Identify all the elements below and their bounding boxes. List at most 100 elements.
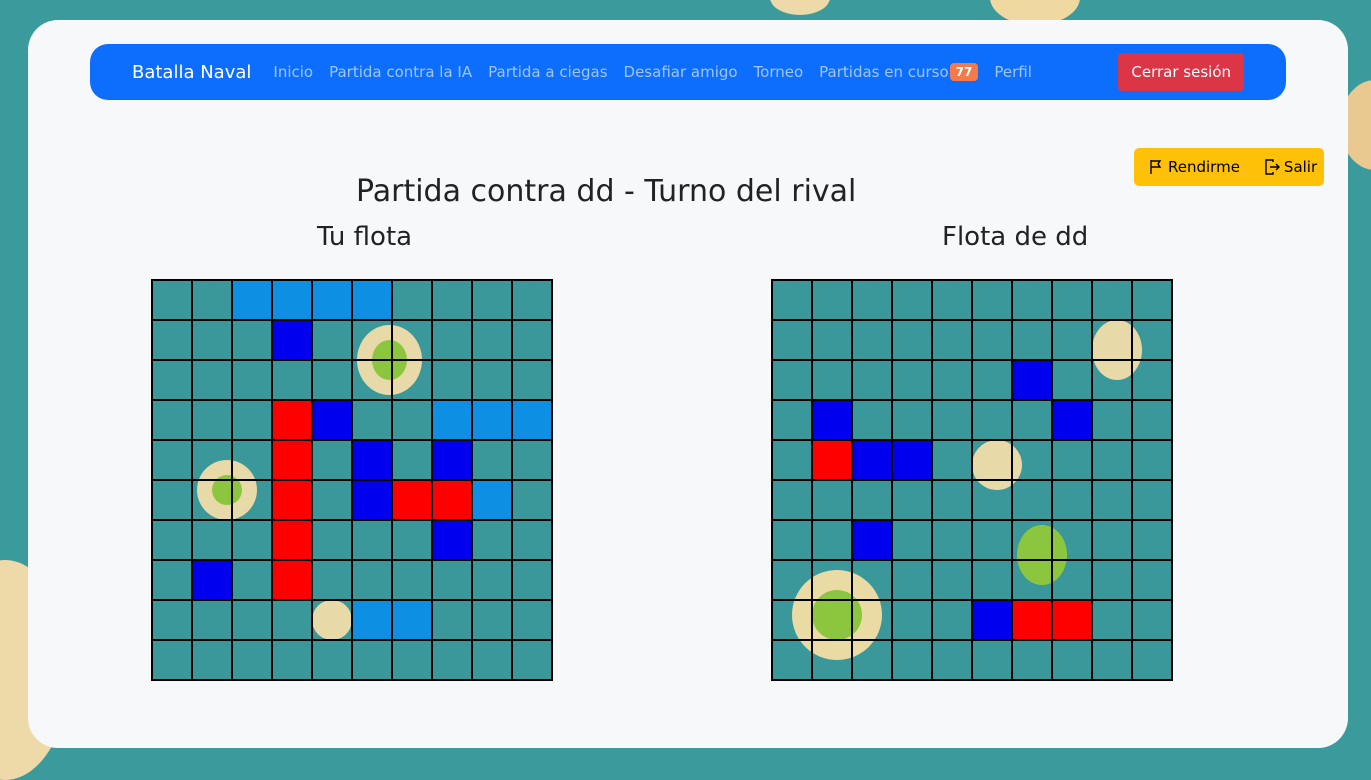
- enemy-board-cell-water[interactable]: [1132, 280, 1172, 320]
- enemy-board-cell-water[interactable]: [892, 360, 932, 400]
- enemy-board-cell-water[interactable]: [892, 480, 932, 520]
- nav-link-partida-ciegas[interactable]: Partida a ciegas: [488, 63, 607, 81]
- enemy-board-cell-water[interactable]: [772, 320, 812, 360]
- enemy-board-cell-water[interactable]: [932, 440, 972, 480]
- enemy-board-cell-water[interactable]: [932, 560, 972, 600]
- enemy-board-cell-water[interactable]: [1132, 320, 1172, 360]
- logout-button[interactable]: Cerrar sesión: [1118, 53, 1244, 91]
- enemy-board-cell-water[interactable]: [1052, 360, 1092, 400]
- enemy-board-cell-water[interactable]: [772, 640, 812, 680]
- enemy-board-cell-water[interactable]: [972, 400, 1012, 440]
- enemy-board-cell-water[interactable]: [932, 600, 972, 640]
- enemy-board-cell-water[interactable]: [972, 560, 1012, 600]
- exit-button[interactable]: Salir: [1264, 158, 1317, 176]
- enemy-board-cell-water[interactable]: [772, 280, 812, 320]
- enemy-board-cell-hit[interactable]: [1012, 600, 1052, 640]
- enemy-board-cell-water[interactable]: [1012, 520, 1052, 560]
- enemy-board-cell-water[interactable]: [1012, 320, 1052, 360]
- enemy-board-cell-miss[interactable]: [1052, 400, 1092, 440]
- enemy-board-cell-water[interactable]: [812, 560, 852, 600]
- enemy-board-cell-water[interactable]: [1132, 360, 1172, 400]
- enemy-board-cell-water[interactable]: [1132, 600, 1172, 640]
- enemy-board-cell-water[interactable]: [852, 600, 892, 640]
- enemy-board-cell-water[interactable]: [772, 520, 812, 560]
- enemy-board-cell-water[interactable]: [1012, 560, 1052, 600]
- enemy-board-cell-water[interactable]: [972, 520, 1012, 560]
- enemy-board-cell-water[interactable]: [892, 320, 932, 360]
- enemy-board-cell-water[interactable]: [1012, 400, 1052, 440]
- enemy-board-cell-water[interactable]: [1012, 640, 1052, 680]
- enemy-board-cell-water[interactable]: [972, 320, 1012, 360]
- enemy-board-cell-water[interactable]: [1052, 480, 1092, 520]
- enemy-board-cell-water[interactable]: [972, 640, 1012, 680]
- enemy-board-cell-miss[interactable]: [892, 440, 932, 480]
- enemy-board-cell-water[interactable]: [852, 320, 892, 360]
- enemy-board-cell-water[interactable]: [932, 360, 972, 400]
- nav-link-desafiar-amigo[interactable]: Desafiar amigo: [624, 63, 738, 81]
- enemy-board-cell-water[interactable]: [1052, 320, 1092, 360]
- nav-link-inicio[interactable]: Inicio: [273, 63, 313, 81]
- enemy-board-cell-water[interactable]: [1012, 280, 1052, 320]
- enemy-board-cell-water[interactable]: [772, 600, 812, 640]
- enemy-board-cell-water[interactable]: [1132, 480, 1172, 520]
- enemy-board-cell-water[interactable]: [852, 640, 892, 680]
- enemy-board-cell-water[interactable]: [812, 480, 852, 520]
- enemy-board-cell-water[interactable]: [852, 400, 892, 440]
- enemy-board-cell-water[interactable]: [772, 480, 812, 520]
- enemy-board-cell-water[interactable]: [1052, 440, 1092, 480]
- enemy-board-cell-hit[interactable]: [812, 440, 852, 480]
- enemy-board-cell-water[interactable]: [1092, 560, 1132, 600]
- enemy-board-cell-water[interactable]: [1052, 560, 1092, 600]
- enemy-board-cell-water[interactable]: [892, 560, 932, 600]
- enemy-board-cell-miss[interactable]: [812, 400, 852, 440]
- enemy-board-cell-water[interactable]: [932, 520, 972, 560]
- enemy-board-cell-water[interactable]: [852, 280, 892, 320]
- enemy-board-cell-water[interactable]: [1092, 480, 1132, 520]
- enemy-board-cell-water[interactable]: [852, 480, 892, 520]
- enemy-board-cell-water[interactable]: [852, 560, 892, 600]
- surrender-button[interactable]: Rendirme: [1148, 158, 1240, 176]
- enemy-board-cell-miss[interactable]: [852, 440, 892, 480]
- enemy-board-cell-water[interactable]: [1012, 440, 1052, 480]
- enemy-board-cell-water[interactable]: [972, 360, 1012, 400]
- enemy-board-cell-water[interactable]: [1132, 440, 1172, 480]
- enemy-board-cell-miss[interactable]: [852, 520, 892, 560]
- enemy-board-cell-water[interactable]: [1132, 400, 1172, 440]
- enemy-board-cell-water[interactable]: [1052, 640, 1092, 680]
- enemy-board-cell-water[interactable]: [1092, 400, 1132, 440]
- enemy-board-cell-water[interactable]: [772, 360, 812, 400]
- enemy-board-cell-water[interactable]: [1092, 640, 1132, 680]
- nav-link-torneo[interactable]: Torneo: [754, 63, 804, 81]
- nav-link-partidas-en-curso[interactable]: Partidas en curso 77: [819, 63, 979, 81]
- enemy-board-cell-water[interactable]: [1092, 360, 1132, 400]
- enemy-board-cell-water[interactable]: [932, 280, 972, 320]
- enemy-board-cell-water[interactable]: [892, 640, 932, 680]
- enemy-board-cell-water[interactable]: [892, 400, 932, 440]
- nav-link-perfil[interactable]: Perfil: [994, 63, 1032, 81]
- enemy-board-cell-water[interactable]: [892, 520, 932, 560]
- enemy-board-cell-water[interactable]: [932, 640, 972, 680]
- enemy-board-cell-miss[interactable]: [972, 600, 1012, 640]
- enemy-board-cell-water[interactable]: [1092, 520, 1132, 560]
- brand-logo[interactable]: Batalla Naval: [132, 62, 251, 83]
- enemy-board-cell-water[interactable]: [1132, 640, 1172, 680]
- nav-link-partida-ia[interactable]: Partida contra la IA: [329, 63, 472, 81]
- enemy-board-cell-water[interactable]: [972, 280, 1012, 320]
- enemy-board-cell-water[interactable]: [1052, 280, 1092, 320]
- enemy-board-cell-water[interactable]: [1132, 560, 1172, 600]
- enemy-board-cell-water[interactable]: [1092, 280, 1132, 320]
- enemy-board-cell-water[interactable]: [812, 520, 852, 560]
- enemy-board-cell-water[interactable]: [932, 400, 972, 440]
- enemy-board-cell-water[interactable]: [972, 480, 1012, 520]
- enemy-board-cell-water[interactable]: [772, 400, 812, 440]
- enemy-board-cell-water[interactable]: [1012, 480, 1052, 520]
- enemy-board-cell-water[interactable]: [1052, 520, 1092, 560]
- enemy-board-cell-water[interactable]: [772, 560, 812, 600]
- enemy-board-cell-water[interactable]: [1092, 600, 1132, 640]
- enemy-board-cell-water[interactable]: [1092, 440, 1132, 480]
- enemy-board-cell-water[interactable]: [812, 280, 852, 320]
- enemy-board-cell-water[interactable]: [892, 280, 932, 320]
- enemy-board-cell-water[interactable]: [1132, 520, 1172, 560]
- enemy-board-cell-miss[interactable]: [1012, 360, 1052, 400]
- enemy-board-cell-water[interactable]: [812, 360, 852, 400]
